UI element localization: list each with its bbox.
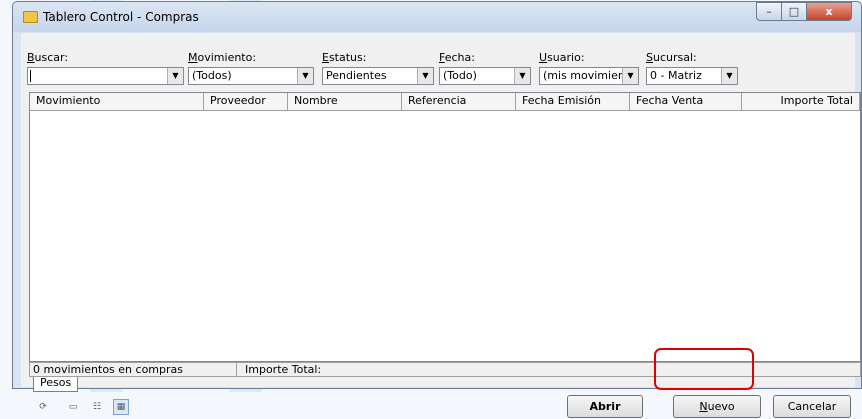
- cancelar-button[interactable]: Cancelar: [773, 395, 851, 418]
- minimize-button[interactable]: –: [756, 2, 782, 21]
- column-proveedor[interactable]: Proveedor: [204, 93, 288, 110]
- movimiento-label: Movimiento:: [188, 51, 257, 64]
- movement-count: 0 movimientos en compras: [33, 363, 183, 376]
- list-view-icon[interactable]: ☷: [89, 399, 105, 415]
- folder-icon: [23, 11, 38, 23]
- usuario-label: Usuario:: [539, 51, 585, 64]
- chevron-down-icon[interactable]: ▼: [721, 68, 737, 84]
- grid-header: Movimiento Proveedor Nombre Referencia F…: [30, 93, 860, 111]
- buscar-combo[interactable]: ▼: [27, 67, 184, 85]
- refresh-icon[interactable]: ⟳: [35, 399, 51, 415]
- importe-total-label: Importe Total:: [245, 363, 322, 376]
- column-importe-total[interactable]: Importe Total: [742, 93, 860, 110]
- movements-grid[interactable]: Movimiento Proveedor Nombre Referencia F…: [29, 92, 861, 362]
- chevron-down-icon[interactable]: ▼: [622, 68, 638, 84]
- window-title: Tablero Control - Compras: [43, 10, 199, 24]
- status-divider: [236, 363, 237, 376]
- nuevo-highlight-box: [654, 348, 754, 390]
- estatus-select[interactable]: Pendientes ▼: [322, 67, 434, 85]
- column-fecha-venta[interactable]: Fecha Venta: [630, 93, 742, 110]
- chevron-down-icon[interactable]: ▼: [297, 68, 313, 84]
- chevron-down-icon[interactable]: ▼: [417, 68, 433, 84]
- usuario-value: (mis movimien: [543, 69, 625, 82]
- chevron-down-icon[interactable]: ▼: [167, 68, 183, 84]
- estatus-label: Estatus:: [322, 51, 367, 64]
- fecha-select[interactable]: (Todo) ▼: [439, 67, 531, 85]
- movimiento-select[interactable]: (Todos) ▼: [188, 67, 314, 85]
- sucursal-value: 0 - Matriz: [650, 69, 702, 82]
- details-view-icon[interactable]: ▦: [113, 399, 129, 415]
- title-bar: Tablero Control - Compras – □ x: [13, 2, 861, 32]
- compras-window: Tablero Control - Compras – □ x Buscar: …: [12, 1, 862, 418]
- close-button[interactable]: x: [806, 2, 852, 21]
- column-movimiento[interactable]: Movimiento: [30, 93, 204, 110]
- chevron-down-icon[interactable]: ▼: [514, 68, 530, 84]
- column-referencia[interactable]: Referencia: [402, 93, 516, 110]
- usuario-select[interactable]: (mis movimien ▼: [539, 67, 639, 85]
- bottom-toolbar: ⟳ ▭ ☷ ▦ Abrir Nuevo Cancelar: [21, 391, 855, 419]
- maximize-button[interactable]: □: [781, 2, 807, 21]
- text-caret: [30, 70, 31, 82]
- buscar-label: Buscar:: [27, 51, 69, 64]
- window-client-area: Buscar: Movimiento: Estatus: Fecha: Usua…: [21, 33, 861, 418]
- column-nombre[interactable]: Nombre: [288, 93, 402, 110]
- estatus-value: Pendientes: [326, 69, 387, 82]
- nuevo-button[interactable]: Nuevo: [673, 395, 761, 418]
- movimiento-value: (Todos): [192, 69, 232, 82]
- fecha-value: (Todo): [443, 69, 477, 82]
- sucursal-select[interactable]: 0 - Matriz ▼: [646, 67, 738, 85]
- tab-pesos[interactable]: Pesos: [33, 377, 79, 392]
- small-icons-view-icon[interactable]: ▭: [65, 399, 81, 415]
- abrir-button[interactable]: Abrir: [567, 395, 643, 418]
- column-fecha-emision[interactable]: Fecha Emisión: [516, 93, 630, 110]
- sucursal-label: Sucursal:: [646, 51, 697, 64]
- fecha-label: Fecha:: [439, 51, 475, 64]
